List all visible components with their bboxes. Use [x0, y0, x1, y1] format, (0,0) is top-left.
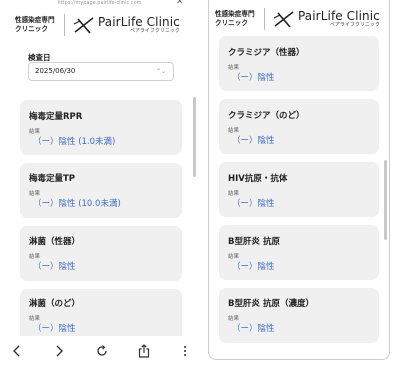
- card-title: B型肝炎 抗原: [228, 237, 280, 247]
- logo-title: PairLife Clinic: [98, 14, 180, 29]
- result-label: 結果: [29, 254, 41, 260]
- card-title: B型肝炎 抗原（濃度）: [228, 299, 314, 309]
- result-value: （ー）陰性: [33, 262, 76, 272]
- result-label: 結果: [29, 191, 41, 197]
- logo-icon: [73, 17, 94, 34]
- result-card: 梅毒定量RPR 結果 （ー）陰性 (1.0未満): [20, 100, 182, 155]
- logo[interactable]: PairLife Clinic ペアライフクリニック: [298, 10, 380, 29]
- result-value: （ー）陰性 (10.0未満): [33, 199, 121, 209]
- back-icon[interactable]: [10, 344, 24, 358]
- result-card: 梅毒定量TP 結果 （ー）陰性 (10.0未満): [20, 163, 182, 218]
- result-value: （ー）陰性: [232, 262, 275, 272]
- result-label: 結果: [29, 129, 41, 135]
- result-label: 結果: [228, 128, 240, 134]
- close-icon[interactable]: ✕: [176, 0, 184, 7]
- result-card: クラミジア（性器） 結果 （ー）陰性: [219, 36, 379, 91]
- result-value: （ー）陰性: [232, 324, 275, 334]
- result-label: 結果: [29, 316, 41, 322]
- card-title: クラミジア（性器）: [228, 48, 305, 58]
- result-label: 結果: [228, 254, 240, 260]
- card-title: 梅毒定量RPR: [29, 112, 83, 122]
- card-title: 梅毒定量TP: [29, 174, 76, 184]
- more-icon[interactable]: [178, 344, 192, 358]
- card-title: HIV抗原・抗体: [228, 174, 288, 184]
- logo-kana: ペアライフクリニック: [129, 27, 180, 34]
- result-label: 結果: [228, 191, 240, 197]
- brand-line2: クリニック: [215, 19, 248, 27]
- result-value: （ー）陰性: [33, 324, 76, 334]
- left-screen: https://mypage.pairlife-clinic.com ✕ 性感染…: [0, 0, 199, 368]
- result-card: B型肝炎 抗原（濃度） 結果 （ー）陰性: [219, 288, 379, 343]
- date-select[interactable]: 2025/06/30 ⌃⌄: [28, 62, 174, 81]
- result-label: 結果: [228, 316, 240, 322]
- chevron-updown-icon: ⌃⌄: [155, 68, 166, 75]
- brand-line1: 性感染症専門: [15, 16, 55, 24]
- logo-title: PairLife Clinic: [298, 8, 380, 23]
- card-title: クラミジア（のど）: [228, 111, 305, 121]
- url-bar[interactable]: https://mypage.pairlife-clinic.com: [0, 0, 199, 7]
- site-header: 性感染症専門 クリニック PairLife Clinic ペアライフクリニック: [0, 10, 180, 40]
- scrollbar[interactable]: [193, 97, 196, 177]
- result-value: （ー）陰性: [232, 136, 275, 146]
- logo-kana: ペアライフクリニック: [329, 21, 380, 28]
- scrollbar[interactable]: [384, 160, 387, 240]
- card-title: 淋菌（性器）: [29, 237, 81, 247]
- reload-icon[interactable]: [95, 344, 109, 358]
- logo[interactable]: PairLife Clinic ペアライフクリニック: [98, 16, 180, 35]
- brand-text: 性感染症専門 クリニック: [0, 16, 62, 34]
- result-card: 淋菌（性器） 結果 （ー）陰性: [20, 226, 182, 281]
- result-card: HIV抗原・抗体 結果 （ー）陰性: [219, 162, 379, 217]
- result-card: B型肝炎 抗原 結果 （ー）陰性: [219, 225, 379, 280]
- right-screen: 性感染症専門 クリニック PairLife Clinic ペアライフクリニック …: [208, 0, 390, 360]
- brand-line2: クリニック: [15, 25, 48, 33]
- brand-text: 性感染症専門 クリニック: [209, 10, 262, 28]
- brand-line1: 性感染症専門: [215, 10, 255, 18]
- browser-toolbar: [0, 336, 199, 368]
- result-value: （ー）陰性: [232, 73, 275, 83]
- forward-icon[interactable]: [52, 344, 66, 358]
- card-title: 淋菌（のど）: [29, 299, 81, 309]
- site-header: 性感染症専門 クリニック PairLife Clinic ペアライフクリニック: [209, 4, 380, 34]
- logo-icon: [273, 11, 294, 28]
- result-card: クラミジア（のど） 結果 （ー）陰性: [219, 99, 379, 154]
- result-value: （ー）陰性 (1.0未満): [33, 137, 116, 147]
- date-value: 2025/06/30: [35, 67, 76, 75]
- header-divider: [64, 14, 65, 36]
- result-value: （ー）陰性: [232, 199, 275, 209]
- result-label: 結果: [228, 65, 240, 71]
- header-divider: [264, 8, 265, 30]
- share-icon[interactable]: [137, 344, 151, 358]
